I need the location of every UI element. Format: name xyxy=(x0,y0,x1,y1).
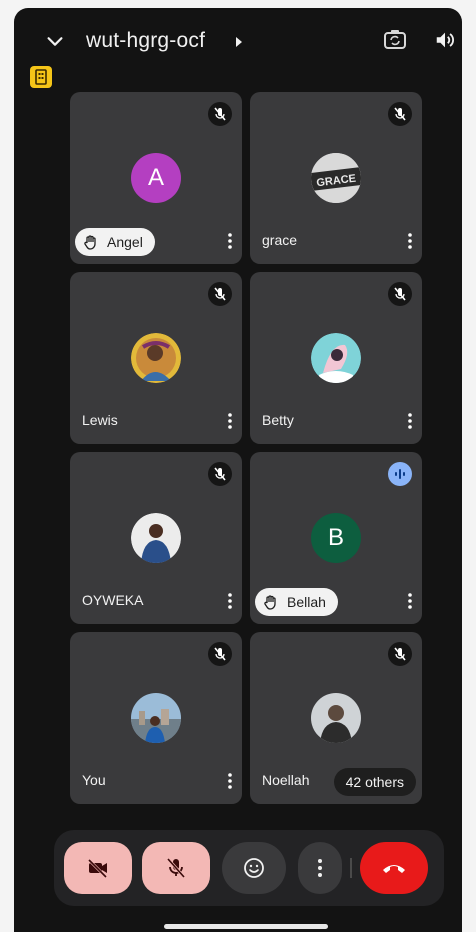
more-vert-icon[interactable] xyxy=(226,772,234,790)
participant-name: Betty xyxy=(262,412,294,428)
avatar xyxy=(311,333,361,383)
meet-screen: wut-hgrg-ocf A Angel GRACE grace Lewis B… xyxy=(14,8,462,932)
meeting-code[interactable]: wut-hgrg-ocf xyxy=(86,29,205,53)
speaking-indicator-icon xyxy=(388,462,412,486)
participant-tile-angel[interactable]: A Angel xyxy=(70,92,242,264)
participant-tile-noellah[interactable]: Noellah 42 others xyxy=(250,632,422,804)
camera-toggle-button[interactable] xyxy=(64,842,132,894)
mic-off-icon xyxy=(208,102,232,126)
camera-off-icon xyxy=(87,858,108,879)
end-call-button[interactable] xyxy=(360,842,428,894)
participant-tile-lewis[interactable]: Lewis xyxy=(70,272,242,444)
participant-name: Angel xyxy=(107,234,143,250)
home-indicator[interactable] xyxy=(164,924,328,929)
emoji-icon xyxy=(244,858,264,878)
participant-name: grace xyxy=(262,232,298,248)
raised-hand-badge: Angel xyxy=(75,228,155,256)
chevron-right-icon[interactable] xyxy=(234,36,244,48)
mic-off-icon xyxy=(388,282,412,306)
mic-toggle-button[interactable] xyxy=(142,842,210,894)
host-badge-icon[interactable] xyxy=(30,66,52,88)
reactions-button[interactable] xyxy=(222,842,286,894)
participant-name: Bellah xyxy=(287,594,326,610)
more-vert-icon[interactable] xyxy=(406,232,414,250)
chevron-down-icon[interactable] xyxy=(44,30,66,52)
avatar: B xyxy=(311,513,361,563)
participant-name: Noellah xyxy=(262,772,310,788)
participant-name: OYWEKA xyxy=(82,592,144,608)
avatar xyxy=(131,333,181,383)
participant-name: Lewis xyxy=(82,412,118,428)
avatar xyxy=(131,693,181,743)
avatar xyxy=(311,693,361,743)
mic-off-icon xyxy=(208,282,232,306)
more-vert-icon[interactable] xyxy=(406,592,414,610)
more-vert-icon[interactable] xyxy=(226,412,234,430)
mic-off-icon xyxy=(208,642,232,666)
avatar: GRACE xyxy=(311,153,361,203)
top-bar: wut-hgrg-ocf xyxy=(14,22,462,62)
more-options-button[interactable] xyxy=(298,842,342,894)
participant-tile-grace[interactable]: GRACE grace xyxy=(250,92,422,264)
raised-hand-icon xyxy=(84,235,96,250)
raised-hand-badge: Bellah xyxy=(255,588,338,616)
more-vert-icon xyxy=(318,859,322,877)
end-call-icon xyxy=(383,865,405,873)
mic-off-icon xyxy=(388,102,412,126)
divider xyxy=(350,858,352,878)
others-count-badge[interactable]: 42 others xyxy=(333,768,416,796)
raised-hand-icon xyxy=(264,595,276,610)
participant-name: You xyxy=(82,772,106,788)
avatar xyxy=(131,513,181,563)
participant-tile-betty[interactable]: Betty xyxy=(250,272,422,444)
call-controls xyxy=(54,830,444,906)
mic-off-icon xyxy=(166,858,186,878)
more-vert-icon[interactable] xyxy=(226,592,234,610)
more-vert-icon[interactable] xyxy=(226,232,234,250)
participant-tile-you[interactable]: You xyxy=(70,632,242,804)
mic-off-icon xyxy=(208,462,232,486)
participant-tile-oyweka[interactable]: OYWEKA xyxy=(70,452,242,624)
mic-off-icon xyxy=(388,642,412,666)
speaker-icon[interactable] xyxy=(434,29,456,51)
more-vert-icon[interactable] xyxy=(406,412,414,430)
avatar: A xyxy=(131,153,181,203)
switch-camera-icon[interactable] xyxy=(382,27,408,53)
participant-tile-bellah[interactable]: B Bellah xyxy=(250,452,422,624)
